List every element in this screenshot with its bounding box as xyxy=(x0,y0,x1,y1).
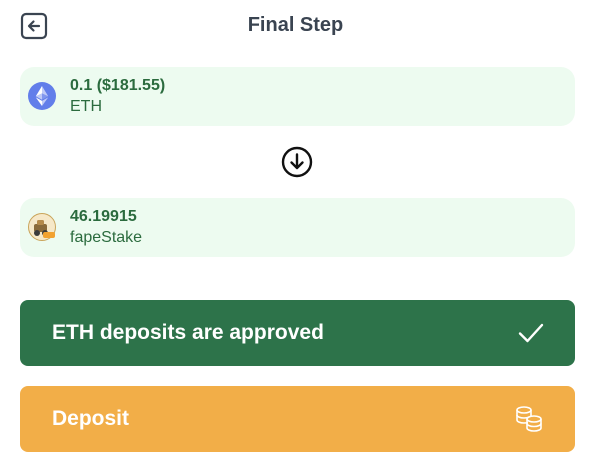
approval-label: ETH deposits are approved xyxy=(52,321,324,344)
coins-icon xyxy=(516,406,542,432)
arrow-down-circle-icon xyxy=(281,146,313,178)
checkmark-icon xyxy=(518,323,544,343)
approval-status-bar: ETH deposits are approved xyxy=(20,300,575,366)
deposit-label: Deposit xyxy=(52,407,130,430)
to-token-amount: 46.19915 xyxy=(70,208,137,225)
deposit-button[interactable]: Deposit xyxy=(20,386,575,452)
to-token-symbol: fapeStake xyxy=(70,229,143,246)
to-token-card: 46.19915 fapeStake xyxy=(20,198,575,257)
from-token-amount: 0.1 ($181.55) xyxy=(70,77,166,94)
ethereum-icon xyxy=(28,82,56,110)
from-token-symbol: ETH xyxy=(70,98,102,115)
fapestake-token-icon xyxy=(28,213,56,241)
page-title: Final Step xyxy=(247,14,344,36)
from-token-card: 0.1 ($181.55) ETH xyxy=(20,67,575,126)
header: Final Step xyxy=(0,0,591,52)
